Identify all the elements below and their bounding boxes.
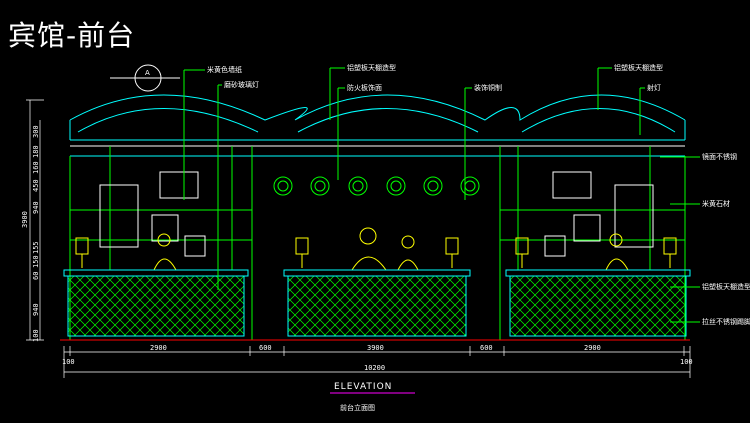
top-callout-labels: 米黄色墙纸 磨砂玻璃灯 铝塑板天棚造型 防火板饰面 装饰铜制 铝塑板天棚造型 射… bbox=[207, 63, 663, 92]
elevation-caption: ELEVATION 前台立面图 bbox=[330, 382, 415, 412]
dim-left: 100 bbox=[32, 329, 40, 342]
top-callouts bbox=[183, 67, 645, 290]
callout-wallpaper: 米黄色墙纸 bbox=[207, 65, 242, 74]
dim-bottom-total: 10200 bbox=[364, 364, 385, 372]
callout-ceiling-panel-right: 铝塑板天棚造型 bbox=[614, 63, 663, 72]
callout-copper: 装饰铜制 bbox=[474, 83, 502, 92]
dim-left: 940 bbox=[32, 303, 40, 316]
bottom-dimension-labels: 100 2900 600 3900 600 2900 100 10200 bbox=[62, 344, 693, 372]
callout-fireproof-board: 防火板饰面 bbox=[347, 83, 382, 92]
callout-spotlight: 射灯 bbox=[647, 83, 661, 92]
ceiling-arches bbox=[69, 94, 686, 157]
wall-art bbox=[99, 171, 654, 257]
dim-left: 300 bbox=[32, 125, 40, 138]
elevation-subtitle: 前台立面图 bbox=[340, 403, 375, 412]
dim-bottom: 600 bbox=[480, 344, 493, 352]
callout-mirror-steel: 镜面不锈钢 bbox=[702, 152, 737, 161]
elevation-drawing: A 米黄色墙纸 磨砂玻璃灯 铝塑板天棚造型 防火板饰面 装饰铜制 铝塑板天棚造型… bbox=[21, 63, 750, 412]
dim-left: 450 bbox=[32, 179, 40, 192]
table-lamps bbox=[75, 237, 677, 268]
callout-ceiling-panel: 铝塑板天棚造型 bbox=[347, 63, 396, 72]
dim-bottom: 100 bbox=[62, 358, 75, 366]
staff-figures bbox=[153, 227, 629, 271]
section-marker-label: A bbox=[145, 69, 150, 77]
dim-left: 180 bbox=[32, 145, 40, 158]
dim-bottom: 600 bbox=[259, 344, 272, 352]
elevation-label: ELEVATION bbox=[334, 382, 392, 392]
callout-counter-panel: 铝塑板天棚造型 bbox=[702, 282, 750, 291]
callout-frosted-glass: 磨砂玻璃灯 bbox=[224, 80, 259, 89]
dim-left: 150 bbox=[32, 255, 40, 268]
dim-left: 60 bbox=[32, 272, 40, 280]
left-dimension-labels: 3900 300 180 160 450 940 155 150 60 940 … bbox=[21, 125, 40, 342]
dim-bottom: 100 bbox=[680, 358, 693, 366]
dim-bottom: 2900 bbox=[150, 344, 167, 352]
dim-left: 155 bbox=[32, 241, 40, 254]
dim-left: 160 bbox=[32, 161, 40, 174]
dim-bottom: 2900 bbox=[584, 344, 601, 352]
dim-bottom: 3900 bbox=[367, 344, 384, 352]
callout-skirting: 拉丝不锈钢踢脚 bbox=[702, 317, 750, 326]
callout-beige-stone: 米黄石材 bbox=[702, 199, 730, 208]
section-marker: A bbox=[110, 64, 180, 92]
reception-counters bbox=[60, 269, 691, 341]
dim-left: 940 bbox=[32, 201, 40, 214]
dim-left-total: 3900 bbox=[21, 211, 29, 228]
right-callout-labels: 镜面不锈钢 米黄石材 铝塑板天棚造型 拉丝不锈钢踢脚 bbox=[702, 152, 750, 326]
wall-medallions bbox=[273, 176, 480, 196]
